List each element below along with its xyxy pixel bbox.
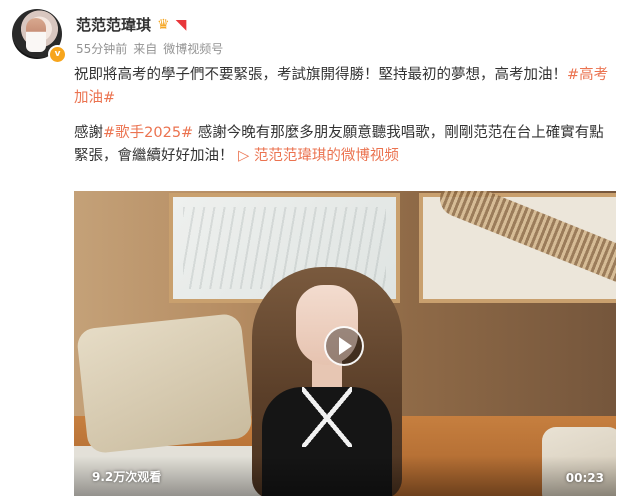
author-header: 范范范瑋琪 ♛ ◥ [76,14,186,35]
video-duration: 00:23 [565,471,604,485]
verified-v-icon: v [48,45,67,64]
crown-icon[interactable]: ♛ [157,17,170,33]
source-prefix: 来自 [133,42,158,56]
post-source[interactable]: 微博视频号 [163,40,223,57]
post-line1-text: 祝即將高考的學子們不要緊張，考試旗開得勝！堅持最初的夢想，高考加油！ [74,67,567,83]
hashtag-singer-2025[interactable]: #歌手2025# [103,125,193,141]
play-icon[interactable] [324,326,364,366]
video-player[interactable]: 9.2万次观看 00:23 [74,191,616,496]
video-link-icon: ▷ [238,148,250,164]
post-time[interactable]: 55分钟前 [76,40,127,57]
video-link[interactable]: ▷ 范范范瑋琪的微博视频 [238,148,399,164]
view-count: 9.2万次观看 [92,470,162,484]
wall-art-right [419,191,616,303]
pillow-left [75,312,254,455]
weibo-bird-icon[interactable]: ◥ [176,17,187,33]
post-line2-prefix: 感謝 [74,125,103,141]
video-link-label: 范范范瑋琪的微博视频 [253,148,399,164]
post-meta: 55分钟前 来自 微博视频号 [76,40,223,57]
sweater-vneck [302,387,352,447]
post-content: 祝即將高考的學子們不要緊張，考試旗開得勝！堅持最初的夢想，高考加油！#高考加油#… [74,64,614,180]
post-paragraph-1: 祝即將高考的學子們不要緊張，考試旗開得勝！堅持最初的夢想，高考加油！#高考加油# [74,64,614,110]
author-name[interactable]: 范范范瑋琪 [76,14,151,35]
avatar-figure [26,18,46,52]
post-paragraph-2: 感謝#歌手2025# 感謝今晚有那麼多朋友願意聽我唱歌，剛剛范范在台上確實有點緊… [74,122,614,168]
